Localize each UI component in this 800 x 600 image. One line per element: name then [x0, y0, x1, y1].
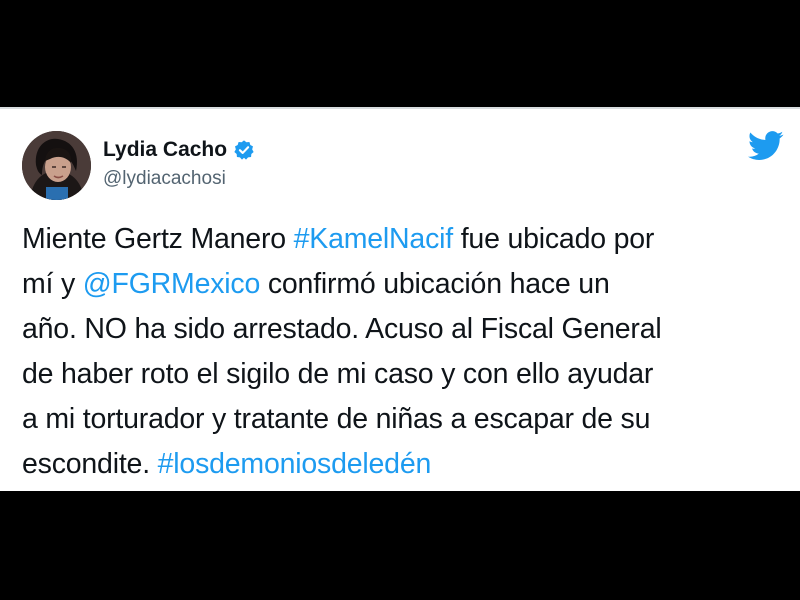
twitter-bird-icon[interactable]	[748, 131, 784, 161]
verified-badge-icon	[233, 139, 255, 161]
tweet-card[interactable]: Lydia Cacho @lydiacachosi Miente Gertz M…	[0, 107, 800, 491]
tweet-text-segment: de haber roto el sigilo de mi caso y con…	[22, 358, 654, 390]
tweet-text-segment: fue ubicado por	[452, 223, 655, 255]
tweet-text-segment: confirmó ubicación hace un	[260, 268, 610, 300]
tweet-text-segment: escondite.	[22, 448, 158, 480]
screenshot-stage: Lydia Cacho @lydiacachosi Miente Gertz M…	[0, 0, 800, 600]
tweet-line: a mi torturador y tratante de niñas a es…	[22, 397, 792, 442]
tweet-line: mí y @FGRMexico confirmó ubicación hace …	[22, 262, 792, 307]
tweet-line: de haber roto el sigilo de mi caso y con…	[22, 352, 792, 397]
tweet-line: año. NO ha sido arrestado. Acuso al Fisc…	[22, 307, 792, 352]
tweet-text: Miente Gertz Manero #KamelNacif fue ubic…	[22, 217, 792, 487]
hashtag-link[interactable]: #KamelNacif	[294, 223, 454, 255]
display-name[interactable]: Lydia Cacho	[103, 137, 227, 163]
tweet-line: Miente Gertz Manero #KamelNacif fue ubic…	[22, 217, 792, 262]
user-handle[interactable]: @lydiacachosi	[103, 167, 255, 191]
avatar[interactable]	[22, 131, 91, 200]
profile-photo-icon	[22, 131, 91, 200]
user-info: Lydia Cacho @lydiacachosi	[103, 137, 255, 191]
tweet-line: escondite. #losdemoniosdeledén	[22, 442, 792, 487]
tweet-text-segment: a mi torturador y tratante de niñas a es…	[22, 403, 651, 435]
mention-link[interactable]: @FGRMexico	[83, 268, 261, 300]
hashtag-link[interactable]: #losdemoniosdeledén	[158, 448, 432, 480]
tweet-text-segment: año. NO ha sido arrestado. Acuso al Fisc…	[22, 313, 662, 345]
name-row: Lydia Cacho	[103, 137, 255, 163]
tweet-text-segment: Miente Gertz Manero	[22, 223, 294, 255]
tweet-text-segment: mí y	[22, 268, 83, 300]
